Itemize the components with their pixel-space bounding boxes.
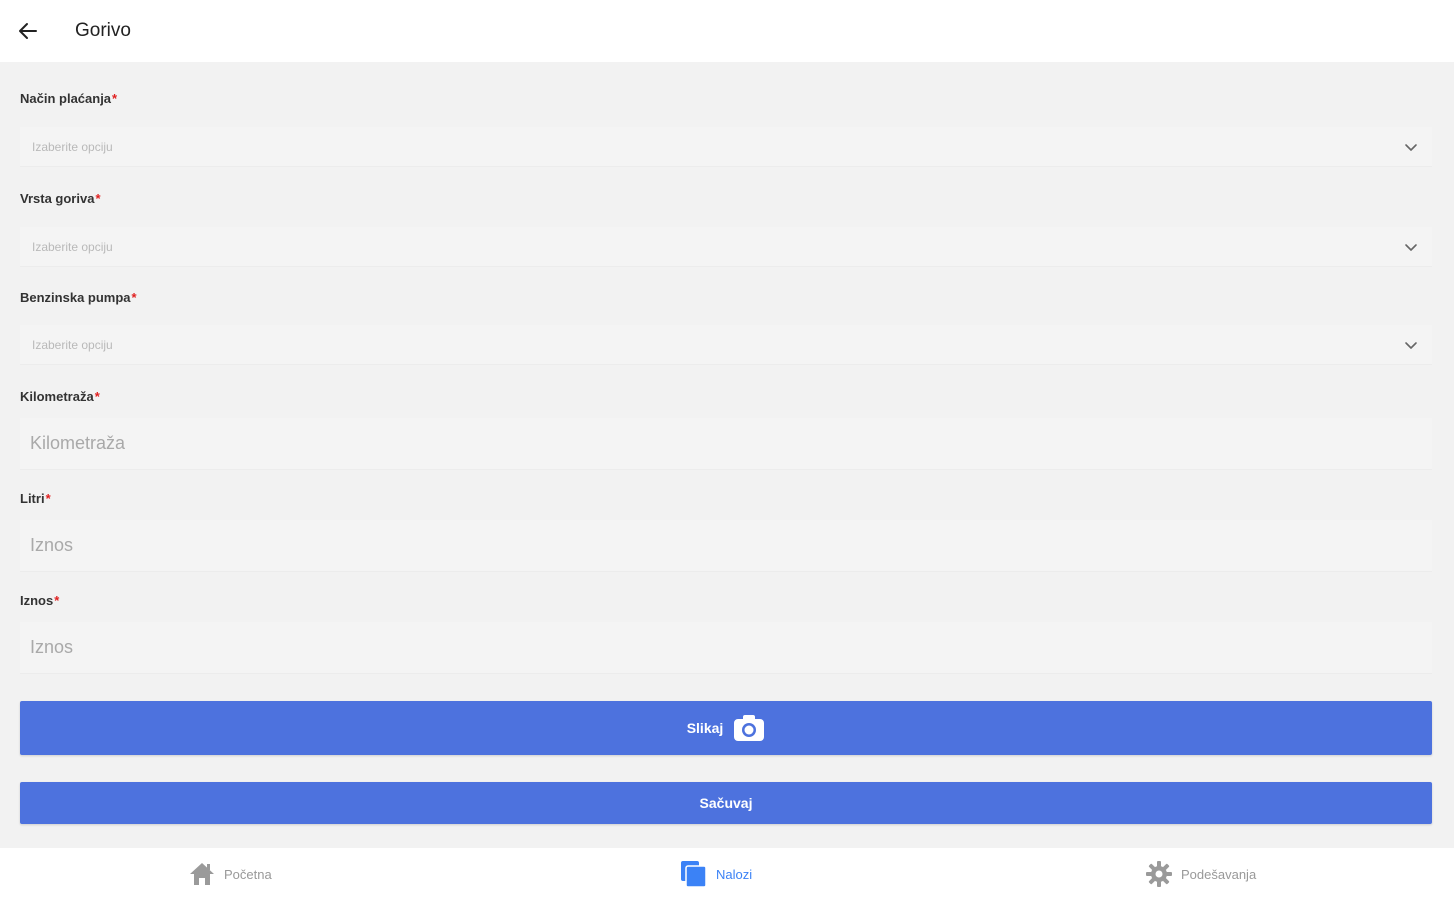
page-title: Gorivo: [75, 20, 131, 41]
amount-input[interactable]: [30, 637, 1432, 658]
arrow-left-icon: [19, 23, 37, 39]
mileage-input[interactable]: [30, 433, 1432, 454]
fuel-form: Način plaćanja* Izaberite opciju Vrsta g…: [0, 62, 1454, 848]
nav-item-home[interactable]: Početna: [188, 848, 272, 900]
chevron-down-icon: [1405, 341, 1417, 349]
required-mark: *: [131, 290, 137, 305]
bottom-navigation: Početna Nalozi Podešavanja: [0, 848, 1454, 900]
payment-method-placeholder: Izaberite opciju: [32, 139, 113, 154]
mileage-field: [20, 418, 1432, 470]
gas-station-label-text: Benzinska pumpa: [20, 290, 131, 305]
nav-item-settings[interactable]: Podešavanja: [1145, 848, 1256, 900]
amount-label-text: Iznos: [20, 593, 54, 608]
fuel-type-select[interactable]: Izaberite opciju: [20, 227, 1432, 267]
required-mark: *: [95, 191, 101, 206]
chevron-down-icon: [1405, 243, 1417, 251]
home-icon: [190, 863, 214, 885]
mileage-label-text: Kilometraža: [20, 389, 94, 404]
nav-item-orders[interactable]: Nalozi: [680, 848, 752, 900]
gas-station-label: Benzinska pumpa*: [20, 290, 137, 305]
fuel-type-placeholder: Izaberite opciju: [32, 239, 113, 254]
app-header: Gorivo: [0, 0, 1454, 62]
liters-field: [20, 520, 1432, 572]
required-mark: *: [45, 491, 51, 506]
amount-field: [20, 622, 1432, 674]
take-photo-label: Slikaj: [686, 720, 724, 736]
gear-icon: [1146, 861, 1172, 887]
back-button[interactable]: [0, 0, 56, 62]
fuel-type-label-text: Vrsta goriva: [20, 191, 95, 206]
chevron-down-icon: [1405, 143, 1417, 151]
nav-label-home: Početna: [224, 866, 272, 882]
liters-label-text: Litri: [20, 491, 45, 506]
nav-label-orders: Nalozi: [716, 866, 753, 882]
liters-input[interactable]: [30, 535, 1432, 556]
take-photo-button[interactable]: Slikaj: [20, 701, 1432, 755]
payment-method-select[interactable]: Izaberite opciju: [20, 127, 1432, 167]
amount-label: Iznos*: [20, 593, 59, 608]
nav-label-settings: Podešavanja: [1181, 866, 1257, 882]
camera-icon: [733, 714, 765, 742]
required-mark: *: [112, 91, 118, 106]
liters-label: Litri*: [20, 491, 51, 506]
save-label: Sačuvaj: [699, 795, 753, 811]
mileage-label: Kilometraža*: [20, 389, 100, 404]
payment-method-label: Način plaćanja*: [20, 91, 117, 106]
save-button[interactable]: Sačuvaj: [20, 782, 1432, 824]
fuel-type-label: Vrsta goriva*: [20, 191, 101, 206]
required-mark: *: [54, 593, 60, 608]
documents-icon: [681, 861, 707, 888]
gas-station-placeholder: Izaberite opciju: [32, 337, 113, 352]
gas-station-select[interactable]: Izaberite opciju: [20, 325, 1432, 365]
payment-method-label-text: Način plaćanja: [20, 91, 112, 106]
required-mark: *: [94, 389, 100, 404]
